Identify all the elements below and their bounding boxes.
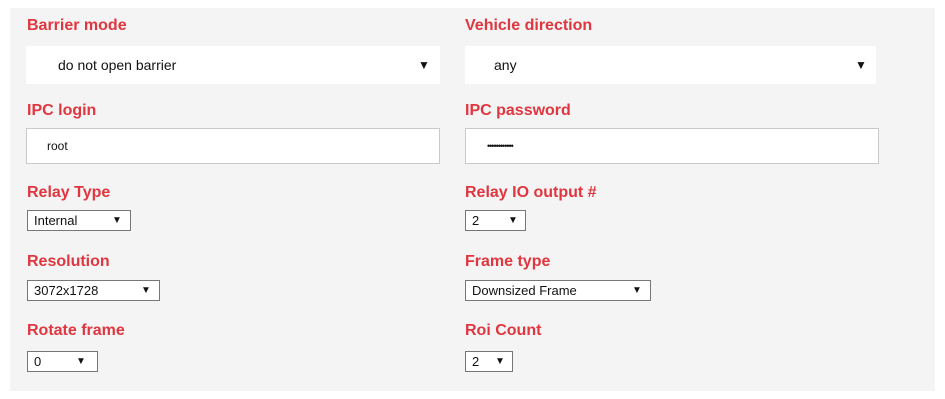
ipc-password-label: IPC password xyxy=(465,102,571,119)
chevron-down-icon: ▼ xyxy=(141,285,151,296)
vehicle-direction-label: Vehicle direction xyxy=(465,17,593,34)
chevron-down-icon: ▼ xyxy=(76,356,86,367)
frame-type-value: Downsized Frame xyxy=(472,283,577,298)
ipc-login-label: IPC login xyxy=(27,102,97,119)
rotate-frame-select[interactable]: 0 ▼ xyxy=(27,351,98,372)
relay-io-output-label: Relay IO output # xyxy=(465,184,597,201)
ipc-password-value: •••••••••••• xyxy=(487,141,514,151)
ipc-password-input[interactable]: •••••••••••• xyxy=(465,128,879,164)
ipc-login-value: root xyxy=(47,139,68,153)
vehicle-direction-value: any xyxy=(494,57,517,73)
resolution-value: 3072x1728 xyxy=(34,283,99,298)
barrier-mode-value: do not open barrier xyxy=(58,57,177,73)
roi-count-select[interactable]: 2 ▼ xyxy=(465,351,513,372)
chevron-down-icon: ▼ xyxy=(112,215,122,226)
frame-type-select[interactable]: Downsized Frame ▼ xyxy=(465,280,651,301)
chevron-down-icon: ▼ xyxy=(418,58,430,72)
chevron-down-icon: ▼ xyxy=(632,285,642,296)
relay-type-value: Internal xyxy=(34,213,78,228)
relay-io-output-value: 2 xyxy=(472,213,480,228)
rotate-frame-value: 0 xyxy=(34,354,42,369)
barrier-mode-select[interactable]: do not open barrier ▼ xyxy=(26,46,440,84)
rotate-frame-label: Rotate frame xyxy=(27,322,125,339)
frame-type-label: Frame type xyxy=(465,253,551,270)
roi-count-label: Roi Count xyxy=(465,322,542,339)
roi-count-value: 2 xyxy=(472,354,480,369)
chevron-down-icon: ▼ xyxy=(855,58,867,72)
chevron-down-icon: ▼ xyxy=(495,356,505,367)
chevron-down-icon: ▼ xyxy=(508,215,518,226)
barrier-mode-label: Barrier mode xyxy=(27,17,127,34)
resolution-label: Resolution xyxy=(27,253,110,270)
relay-type-label: Relay Type xyxy=(27,184,111,201)
relay-type-select[interactable]: Internal ▼ xyxy=(27,210,131,231)
relay-io-output-select[interactable]: 2 ▼ xyxy=(465,210,526,231)
resolution-select[interactable]: 3072x1728 ▼ xyxy=(27,280,160,301)
ipc-login-input[interactable]: root xyxy=(26,128,440,164)
vehicle-direction-select[interactable]: any ▼ xyxy=(465,46,876,84)
